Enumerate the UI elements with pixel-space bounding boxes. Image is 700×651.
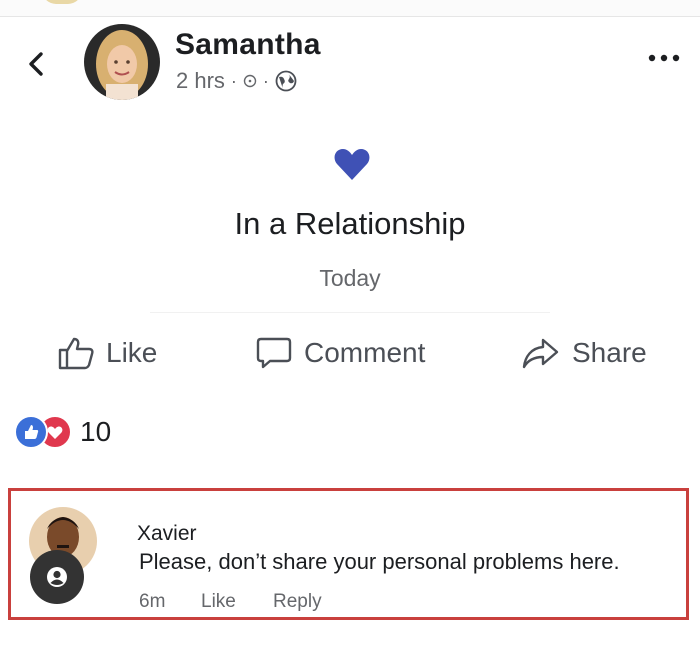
life-event-title: In a Relationship — [234, 206, 466, 241]
meta-separator: · — [230, 70, 237, 91]
comment-button[interactable]: Comment — [256, 330, 425, 376]
post-time[interactable]: 2 hrs — [176, 68, 225, 94]
comment-label: Comment — [304, 337, 426, 368]
reaction-summary[interactable]: 10 — [14, 414, 111, 450]
heart-icon — [334, 149, 370, 180]
like-label: Like — [106, 337, 158, 368]
divider — [150, 312, 550, 313]
post-meta: 2 hrs · · — [176, 68, 297, 94]
comment-like-button[interactable]: Like — [201, 591, 273, 613]
clock-icon — [243, 74, 257, 88]
author-avatar[interactable] — [84, 24, 160, 100]
thumbs-up-icon — [58, 337, 94, 370]
comment-bubble-icon — [256, 337, 292, 369]
reaction-count: 10 — [80, 416, 112, 447]
comment-time: 6m — [139, 591, 166, 612]
action-bar: Like Comment Share — [0, 330, 700, 376]
back-arrow-icon[interactable] — [24, 50, 48, 78]
author-name[interactable]: Samantha — [175, 28, 321, 62]
top-edge-avatar-fragment — [42, 0, 82, 4]
share-arrow-icon — [522, 338, 559, 369]
comment-reply-button[interactable]: Reply — [273, 591, 322, 613]
comment-text: Please, don’t share your personal proble… — [139, 549, 620, 574]
comment-meta: 6m Like Reply — [139, 591, 322, 613]
post-header: Samantha 2 hrs · · — [0, 22, 700, 106]
like-button[interactable]: Like — [58, 330, 157, 376]
like-icon — [14, 415, 48, 449]
globe-icon[interactable] — [275, 70, 297, 92]
life-event-date: Today — [319, 265, 381, 291]
highlighted-comment: Xavier Please, don’t share your personal… — [8, 488, 689, 620]
more-options-icon[interactable] — [646, 52, 682, 64]
profile-badge-icon[interactable] — [30, 550, 84, 604]
commenter-name[interactable]: Xavier — [137, 522, 197, 546]
top-edge-strip — [0, 0, 700, 17]
share-label: Share — [572, 337, 647, 368]
share-button[interactable]: Share — [522, 330, 647, 376]
meta-separator: · — [262, 70, 269, 91]
